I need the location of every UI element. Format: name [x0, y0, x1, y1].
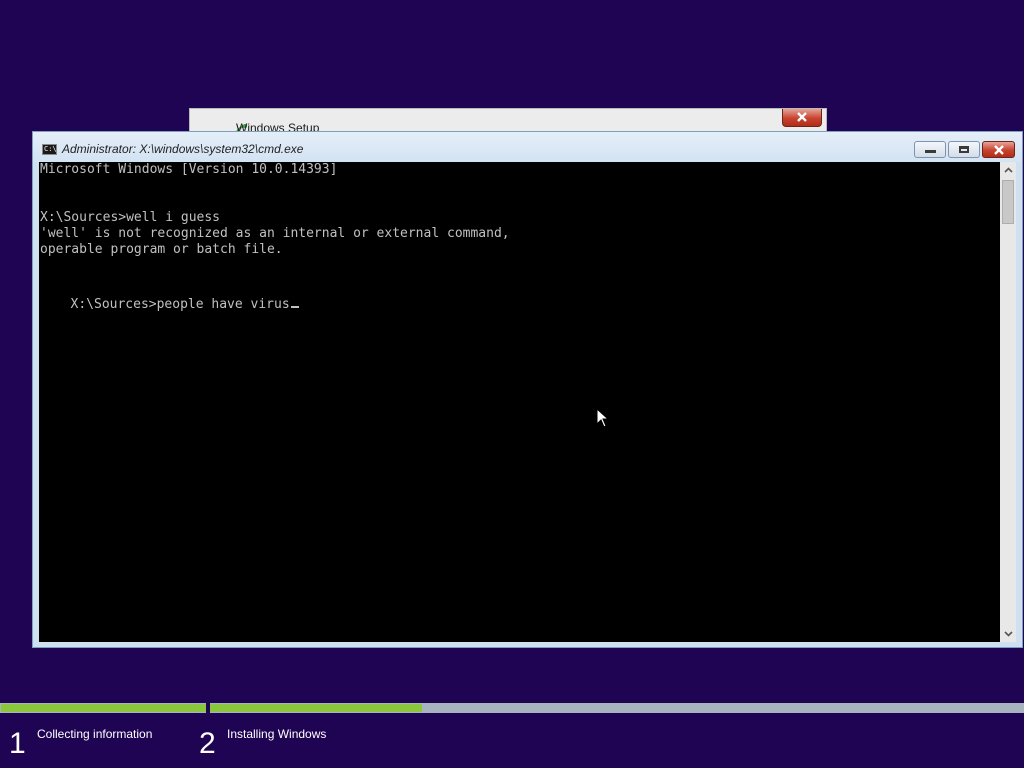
minimize-icon: [925, 150, 936, 153]
text-cursor: [290, 306, 299, 308]
progress-step1-fill: [1, 704, 206, 712]
console-line: operable program or batch file.: [40, 242, 283, 257]
setup-progress-bar: [0, 703, 1024, 713]
setup-close-button[interactable]: [782, 109, 822, 127]
progress-step2-fill: [210, 704, 422, 712]
close-button[interactable]: [982, 141, 1015, 158]
scroll-down-button[interactable]: [1000, 626, 1016, 642]
console-input-line[interactable]: X:\Sources>people have virus: [40, 274, 299, 332]
cmd-window-title: Administrator: X:\windows\system32\cmd.e…: [62, 142, 304, 156]
vertical-scrollbar[interactable]: [1000, 162, 1016, 642]
console-current-command: X:\Sources>people have virus: [70, 297, 290, 312]
console-line: X:\Sources>well i guess: [40, 210, 221, 225]
cmd-app-icon[interactable]: C:\: [42, 144, 57, 155]
close-icon: [797, 112, 807, 122]
step2-label: Installing Windows: [227, 727, 327, 741]
step2-number: 2: [199, 727, 216, 760]
scroll-thumb[interactable]: [1002, 180, 1014, 224]
console-output[interactable]: Microsoft Windows [Version 10.0.14393] X…: [39, 162, 1000, 642]
step1-number: 1: [9, 727, 26, 760]
minimize-button[interactable]: [914, 141, 946, 158]
scroll-up-button[interactable]: [1000, 162, 1016, 178]
cmd-icon-text: C:\: [44, 145, 57, 153]
close-icon: [983, 142, 1014, 157]
cmd-window[interactable]: C:\ Administrator: X:\windows\system32\c…: [32, 131, 1023, 648]
chevron-down-icon: [1003, 631, 1013, 637]
console-line: 'well' is not recognized as an internal …: [40, 226, 510, 241]
step1-label: Collecting information: [37, 727, 153, 741]
maximize-icon: [959, 146, 969, 153]
console-line: Microsoft Windows [Version 10.0.14393]: [40, 162, 338, 177]
maximize-button[interactable]: [948, 141, 980, 158]
cmd-titlebar[interactable]: C:\ Administrator: X:\windows\system32\c…: [33, 132, 1022, 162]
chevron-up-icon: [1003, 167, 1013, 173]
mouse-pointer-icon: [596, 408, 608, 428]
